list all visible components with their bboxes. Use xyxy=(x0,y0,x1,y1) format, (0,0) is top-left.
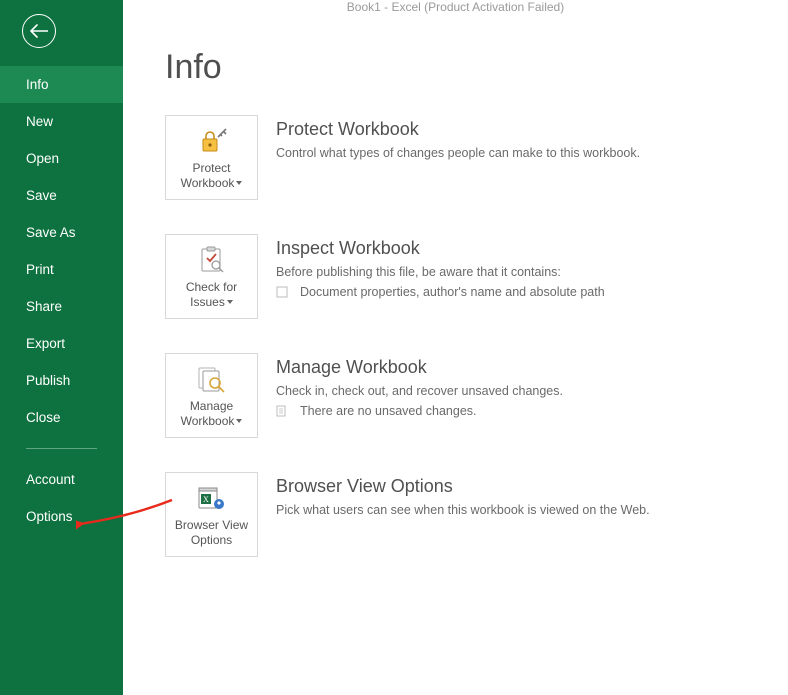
nav-print[interactable]: Print xyxy=(0,251,123,288)
section-manage: Manage Workbook Manage Workbook Check in… xyxy=(165,353,788,438)
inspect-heading: Inspect Workbook xyxy=(276,238,605,259)
nav-save[interactable]: Save xyxy=(0,177,123,214)
nav-save-as[interactable]: Save As xyxy=(0,214,123,251)
section-browser: X Browser View Options Browser View Opti… xyxy=(165,472,788,557)
manage-bullet: There are no unsaved changes. xyxy=(300,404,477,418)
manage-icon xyxy=(197,365,227,393)
backstage-view: Info New Open Save Save As Print Share E… xyxy=(0,0,788,695)
back-arrow-icon xyxy=(30,24,48,38)
inspect-bullet: Document properties, author's name and a… xyxy=(300,285,605,299)
bullet-square-icon xyxy=(276,286,288,298)
protect-button-label: Protect Workbook xyxy=(170,161,253,191)
browser-button-label: Browser View Options xyxy=(170,518,253,548)
backstage-sidebar: Info New Open Save Save As Print Share E… xyxy=(0,0,123,695)
protect-heading: Protect Workbook xyxy=(276,119,640,140)
nav-info[interactable]: Info xyxy=(0,66,123,103)
nav-export[interactable]: Export xyxy=(0,325,123,362)
protect-desc: Control what types of changes people can… xyxy=(276,146,640,160)
manage-desc: Check in, check out, and recover unsaved… xyxy=(276,384,563,398)
nav-main-group: Info New Open Save Save As Print Share E… xyxy=(0,66,123,436)
section-inspect: Check for Issues Inspect Workbook Before… xyxy=(165,234,788,319)
nav-separator xyxy=(26,448,97,449)
caret-icon xyxy=(227,300,233,304)
page-title: Info xyxy=(165,48,788,87)
nav-account[interactable]: Account xyxy=(0,461,123,498)
nav-footer-group: Account Options xyxy=(0,461,123,535)
lock-key-icon xyxy=(197,127,227,155)
browser-heading: Browser View Options xyxy=(276,476,650,497)
main-panel: Info Protect Workbook Protect Workbook C… xyxy=(123,0,788,695)
check-for-issues-button[interactable]: Check for Issues xyxy=(165,234,258,319)
nav-publish[interactable]: Publish xyxy=(0,362,123,399)
nav-close[interactable]: Close xyxy=(0,399,123,436)
doc-bullet-icon xyxy=(276,405,288,417)
nav-open[interactable]: Open xyxy=(0,140,123,177)
section-protect: Protect Workbook Protect Workbook Contro… xyxy=(165,115,788,200)
browser-xl-icon: X xyxy=(197,484,227,512)
browser-desc: Pick what users can see when this workbo… xyxy=(276,503,650,517)
nav-options[interactable]: Options xyxy=(0,498,123,535)
svg-text:X: X xyxy=(203,495,209,504)
nav-new[interactable]: New xyxy=(0,103,123,140)
nav-share[interactable]: Share xyxy=(0,288,123,325)
inspect-button-label: Check for Issues xyxy=(170,280,253,310)
browser-view-options-button[interactable]: X Browser View Options xyxy=(165,472,258,557)
caret-icon xyxy=(236,181,242,185)
back-button[interactable] xyxy=(22,14,56,48)
inspect-icon xyxy=(199,245,225,275)
protect-workbook-button[interactable]: Protect Workbook xyxy=(165,115,258,200)
manage-heading: Manage Workbook xyxy=(276,357,563,378)
inspect-desc: Before publishing this file, be aware th… xyxy=(276,265,605,279)
caret-icon xyxy=(236,419,242,423)
manage-workbook-button[interactable]: Manage Workbook xyxy=(165,353,258,438)
manage-button-label: Manage Workbook xyxy=(170,399,253,429)
